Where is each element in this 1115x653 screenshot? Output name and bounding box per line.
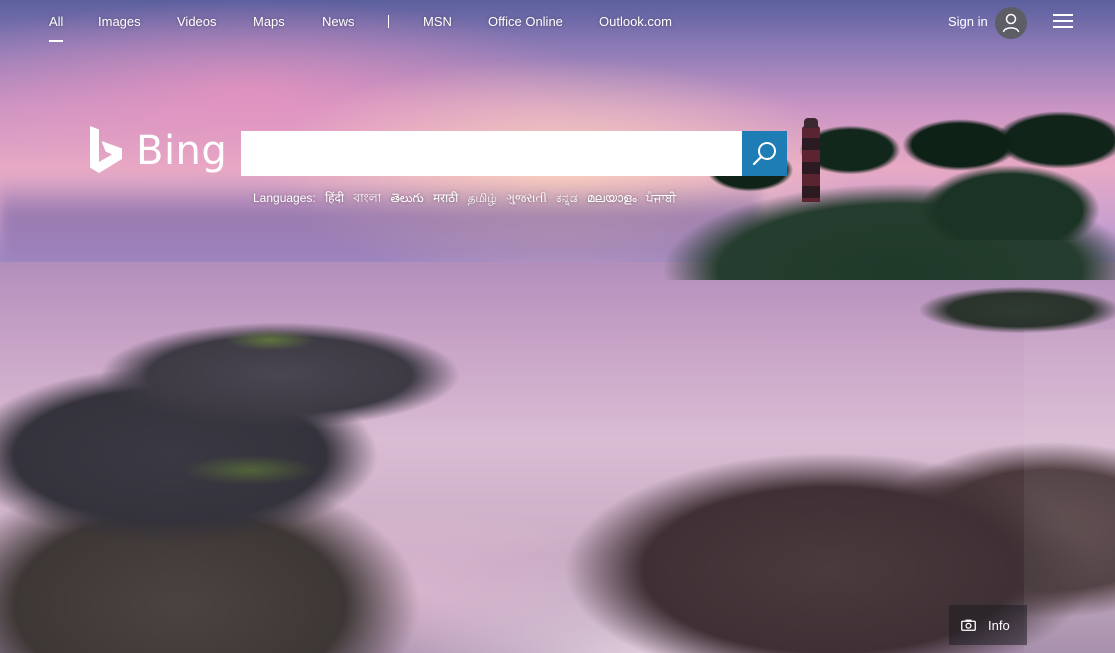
- language-link[interactable]: தமிழ்: [468, 191, 497, 205]
- language-link[interactable]: తెలుగు: [390, 191, 423, 205]
- nav-images[interactable]: Images: [98, 14, 141, 29]
- top-navigation: All Images Videos Maps News MSN Office O…: [0, 0, 1115, 46]
- search-icon: [752, 141, 776, 165]
- background-image: [0, 0, 1115, 653]
- language-link[interactable]: ಕನ್ನಡ: [556, 191, 577, 205]
- language-link[interactable]: മലയാളം: [587, 191, 637, 205]
- side-shade: [1024, 330, 1115, 653]
- info-button[interactable]: Info: [949, 605, 1027, 645]
- language-link[interactable]: मराठी: [433, 191, 458, 205]
- language-link[interactable]: বাংলা: [353, 191, 381, 205]
- nav-office-online[interactable]: Office Online: [488, 14, 563, 29]
- nav-videos[interactable]: Videos: [177, 14, 217, 29]
- camera-icon: [961, 619, 976, 631]
- lighthouse: [802, 118, 820, 202]
- nav-all[interactable]: All: [49, 14, 64, 42]
- nav-divider: [388, 15, 389, 28]
- info-label: Info: [988, 617, 1010, 633]
- language-link[interactable]: ગુજરાતી: [506, 191, 547, 205]
- languages-label: Languages:: [253, 191, 316, 205]
- nav-outlook[interactable]: Outlook.com: [599, 14, 672, 29]
- nav-maps[interactable]: Maps: [253, 14, 285, 29]
- nav-msn[interactable]: MSN: [423, 14, 452, 29]
- hamburger-menu-icon[interactable]: [1052, 12, 1074, 30]
- language-link[interactable]: हिंदी: [325, 191, 344, 205]
- sign-in-link[interactable]: Sign in: [948, 14, 988, 29]
- search-button[interactable]: [742, 131, 787, 176]
- language-link[interactable]: ਪੰਜਾਬੀ: [646, 191, 676, 205]
- bing-logo[interactable]: Bing: [88, 124, 228, 178]
- bing-logo-icon: [90, 126, 122, 173]
- languages-bar: Languages: हिंदी বাংলা తెలుగు मराठी தமிழ…: [253, 189, 676, 210]
- nav-news[interactable]: News: [322, 14, 355, 29]
- moss: [120, 320, 420, 540]
- search-input[interactable]: [241, 131, 742, 176]
- logo-text: Bing: [136, 128, 228, 174]
- user-icon[interactable]: [995, 7, 1027, 39]
